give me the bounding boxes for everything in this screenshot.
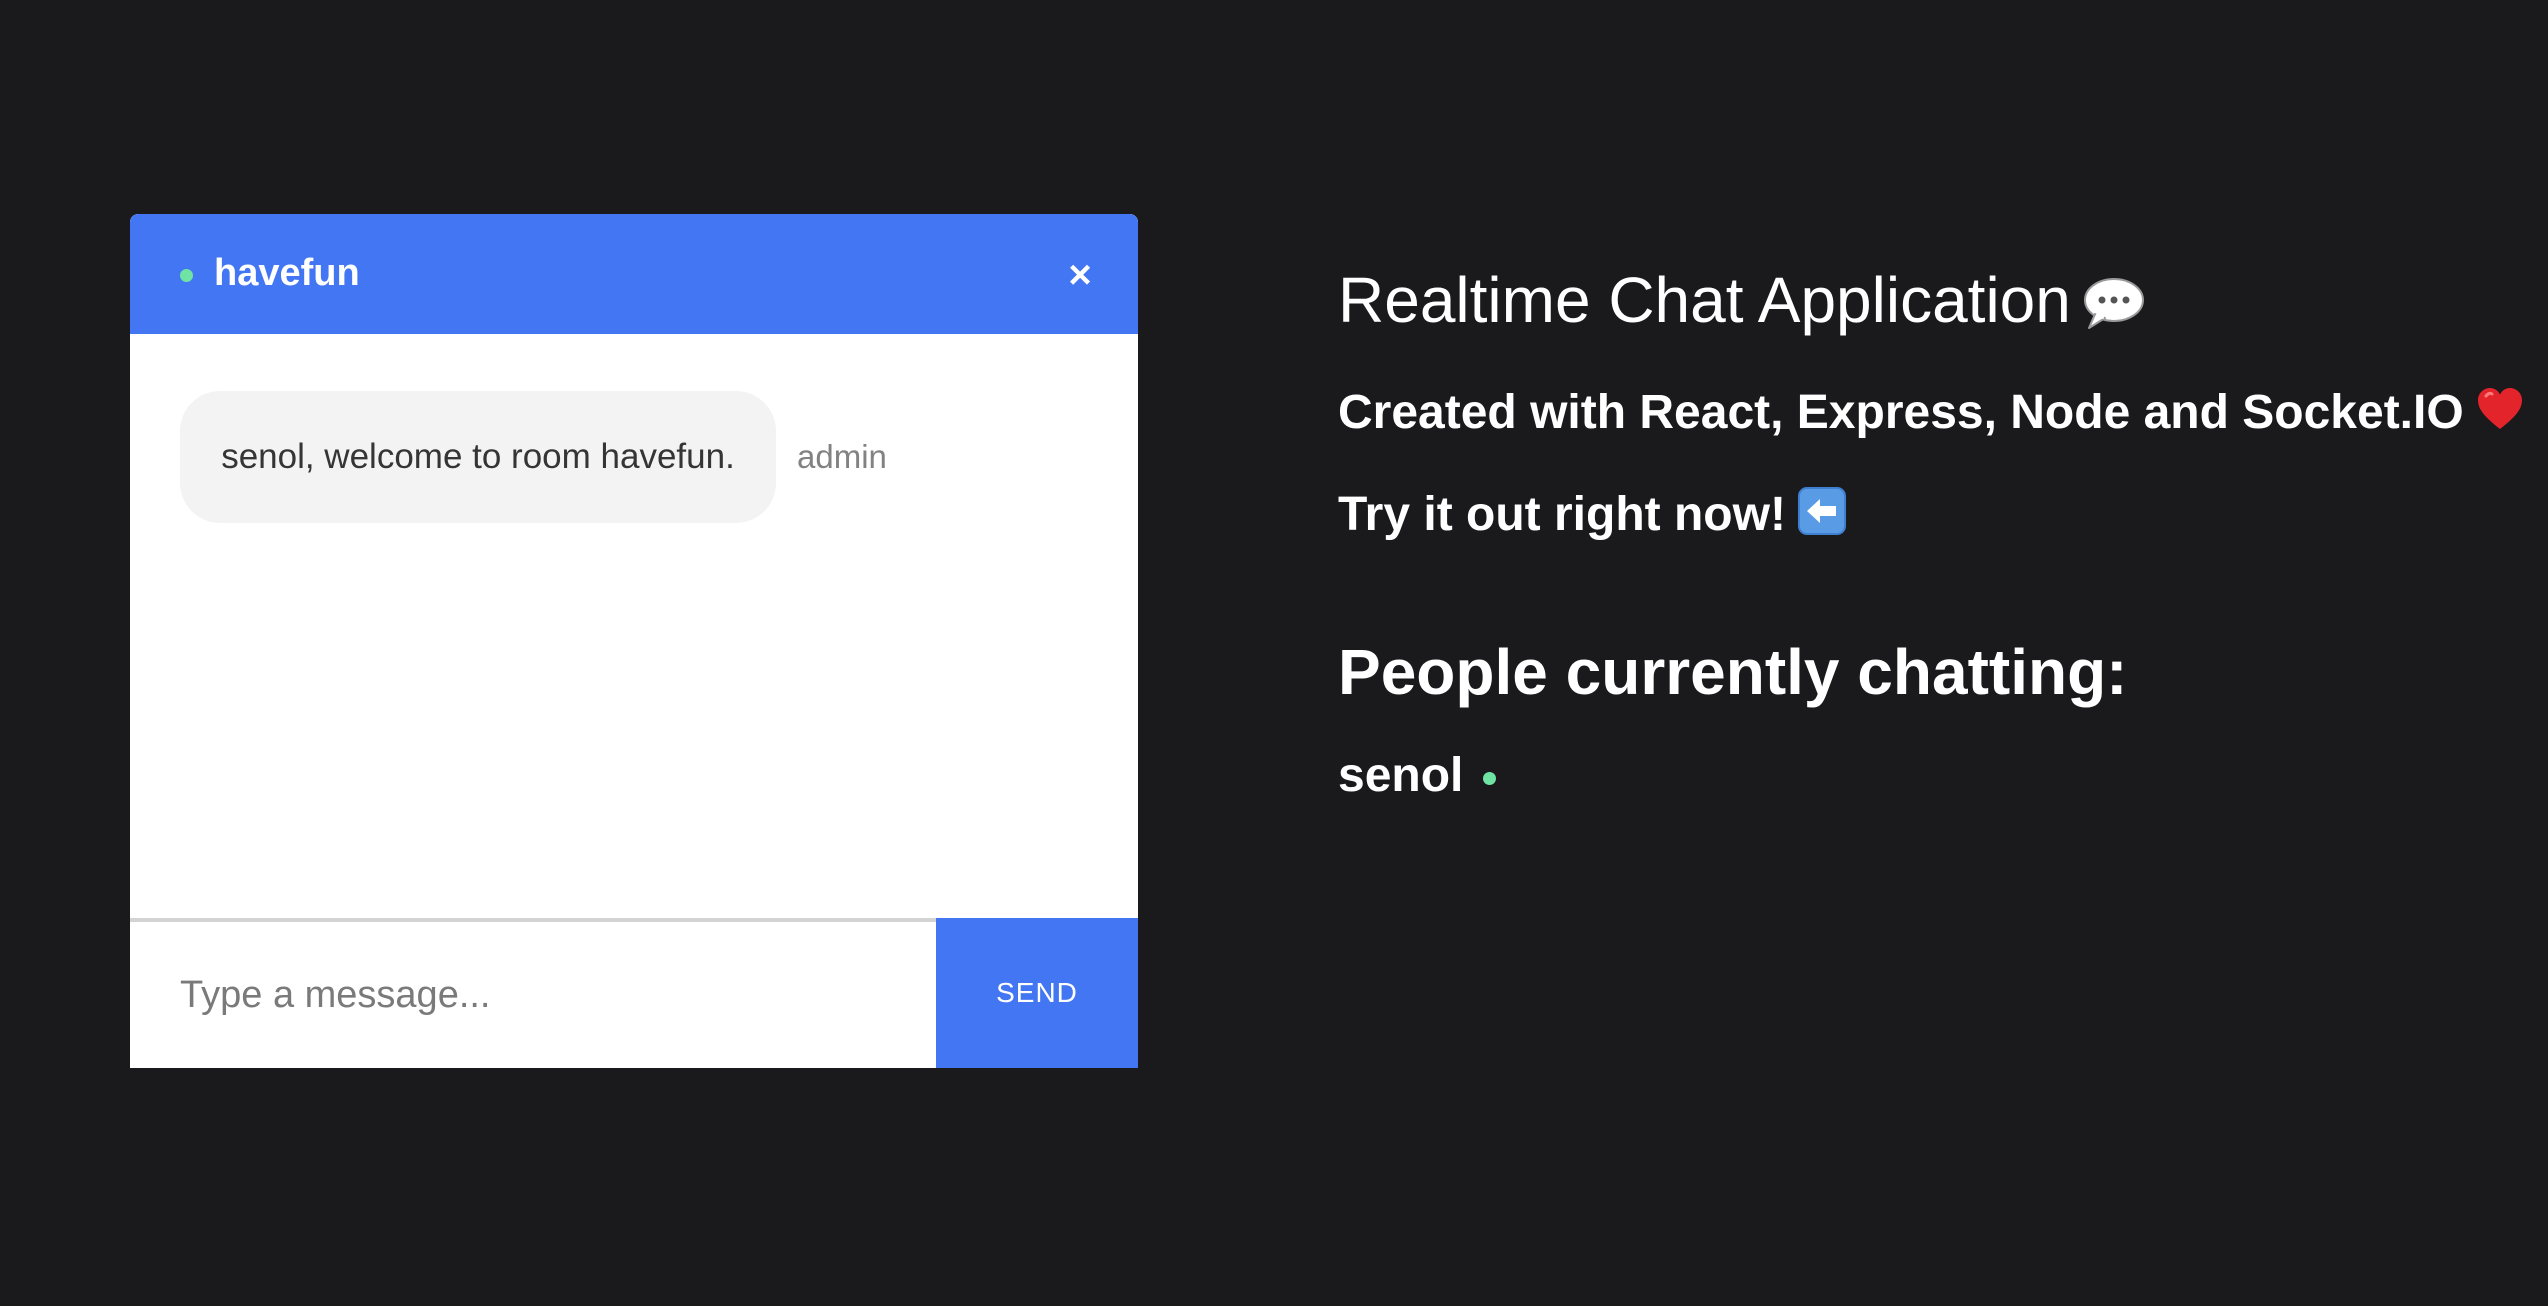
page-subtitle: Created with React, Express, Node and So… (1338, 384, 2524, 442)
call-to-action: Try it out right now! (1338, 486, 1846, 544)
online-status-icon (1483, 772, 1497, 785)
list-item: senol (1338, 746, 1497, 806)
chat-header: havefun × (130, 214, 1138, 334)
page-title: Realtime Chat Application (1338, 262, 2145, 338)
person-name: senol (1338, 749, 1464, 802)
message-text: senol, welcome to room havefun. (221, 437, 735, 476)
call-to-action-text: Try it out right now! (1338, 488, 1786, 541)
people-list: senol (1338, 746, 1497, 806)
message-sender: admin (797, 438, 887, 475)
send-button[interactable]: SEND (936, 918, 1138, 1068)
online-status-icon (180, 269, 193, 282)
left-arrow-icon (1797, 487, 1846, 536)
page-title-text: Realtime Chat Application (1338, 264, 2071, 336)
close-button[interactable]: × (1055, 250, 1105, 300)
message-input[interactable] (130, 922, 936, 1068)
close-icon: × (1068, 253, 1092, 297)
room-name: havefun (214, 252, 360, 294)
info-panel: Realtime Chat Application Created with R… (1338, 0, 2528, 1306)
message-composer: SEND (130, 918, 1138, 1068)
speech-bubble-icon (2083, 270, 2145, 330)
heart-icon (2476, 387, 2524, 431)
people-heading: People currently chatting: (1338, 636, 2128, 708)
chat-window: havefun × senol, welcome to room havefun… (130, 214, 1138, 1068)
page-subtitle-text: Created with React, Express, Node and So… (1338, 386, 2464, 439)
message-bubble: senol, welcome to room havefun. (180, 391, 776, 523)
